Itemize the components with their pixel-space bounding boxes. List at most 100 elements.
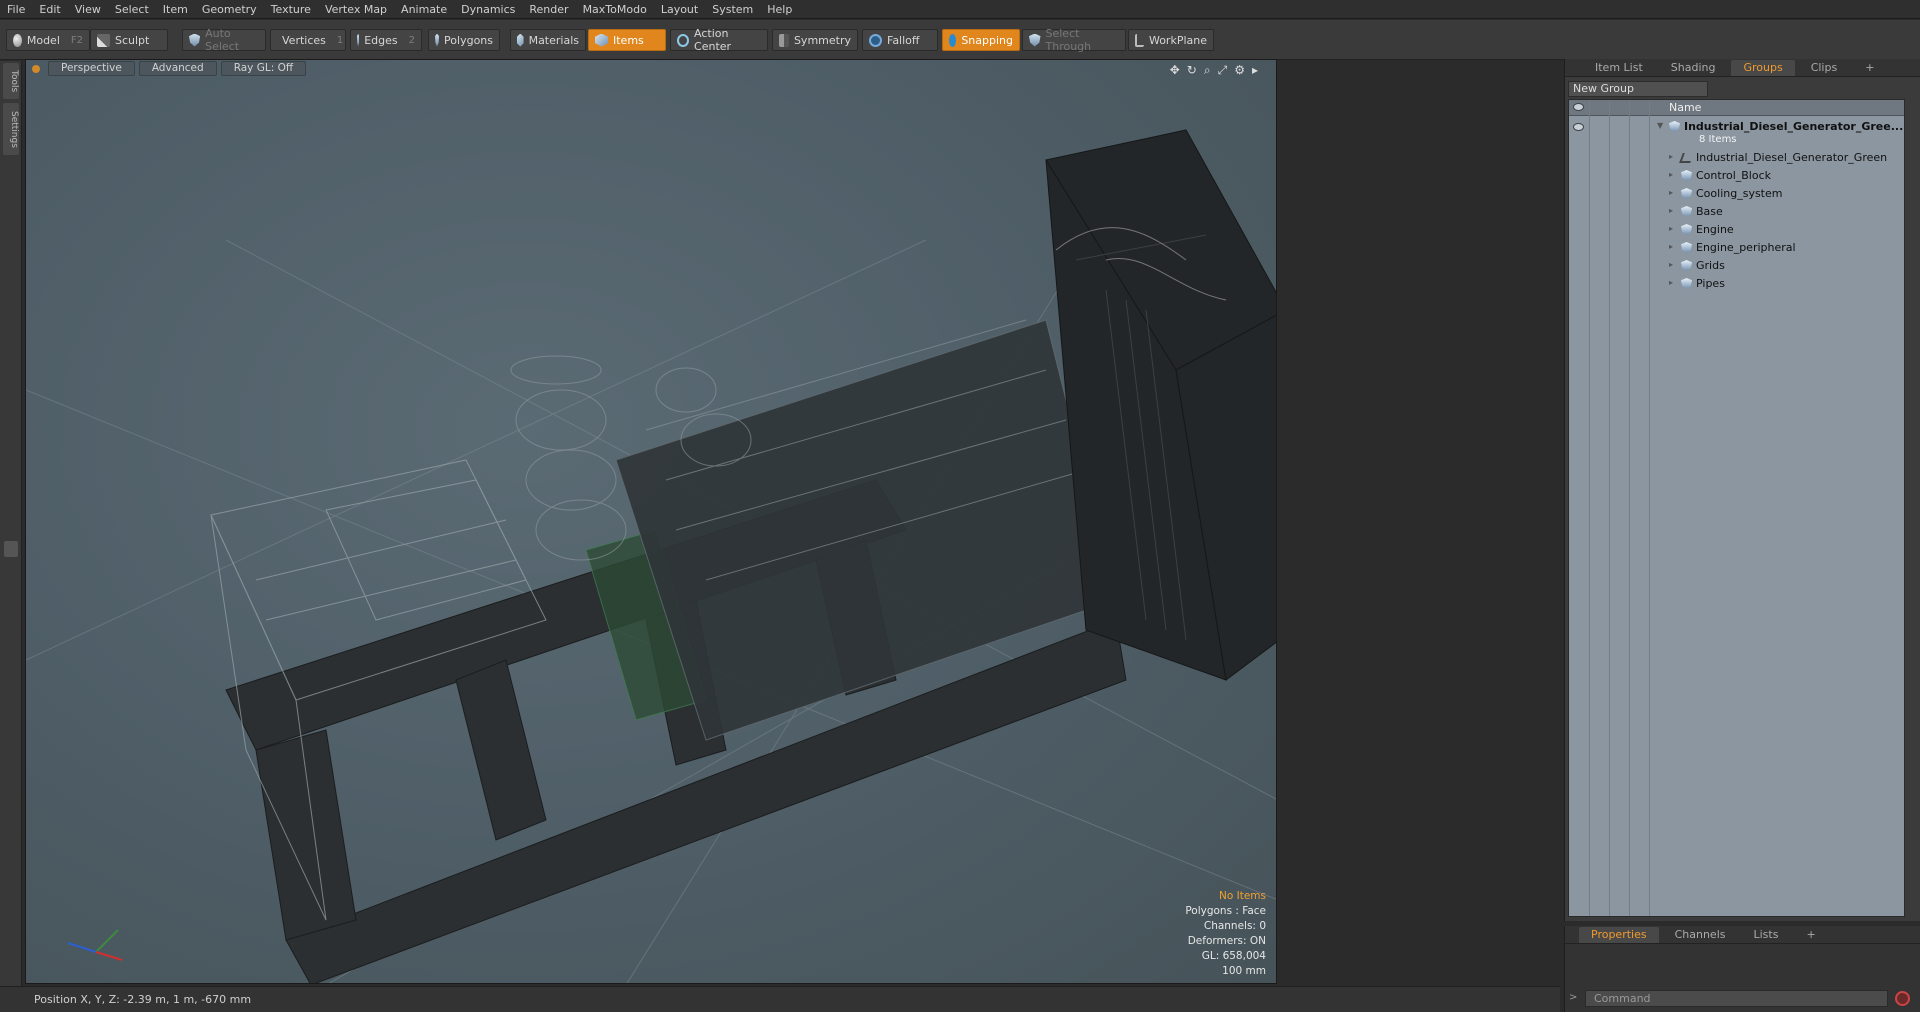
sculpt-brush-icon [97, 33, 110, 47]
menu-view[interactable]: View [68, 0, 108, 19]
workplane-button[interactable]: WorkPlane [1128, 29, 1214, 51]
pan-icon[interactable]: ✥ [1170, 63, 1180, 78]
properties-tabs: Properties Channels Lists + [1565, 926, 1920, 944]
add-tab-button[interactable]: + [1794, 927, 1827, 943]
generator-model-render [26, 129, 1276, 983]
tree-row-child[interactable]: ▸ Pipes [1569, 275, 1904, 293]
menu-file[interactable]: File [0, 0, 32, 19]
action-center-icon [677, 33, 690, 47]
left-tool-strip: Tools Settings [0, 61, 22, 998]
sculpt-button[interactable]: Sculpt [90, 29, 168, 51]
tree-row-child[interactable]: ▸ Engine_peripheral [1569, 239, 1904, 257]
name-column-header[interactable]: Name [1669, 101, 1701, 114]
auto-select-button[interactable]: Auto Select [182, 27, 266, 53]
menu-edit[interactable]: Edit [32, 0, 67, 19]
menu-geometry[interactable]: Geometry [195, 0, 264, 19]
menu-item[interactable]: Item [156, 0, 195, 19]
symmetry-button[interactable]: Symmetry [772, 29, 858, 51]
vertices-button[interactable]: Vertices 1 [270, 29, 346, 51]
maximize-icon[interactable]: ⤢ [1218, 63, 1228, 78]
menu-maxtomodo[interactable]: MaxToModo [576, 0, 654, 19]
polygons-button[interactable]: Polygons [428, 29, 500, 51]
materials-icon [517, 33, 524, 47]
menu-vertex-map[interactable]: Vertex Map [318, 0, 394, 19]
edges-button[interactable]: Edges 2 [350, 29, 422, 51]
menu-bar: File Edit View Select Item Geometry Text… [0, 0, 1920, 19]
tree-row-child[interactable]: ▸ Engine [1569, 221, 1904, 239]
falloff-icon [869, 33, 882, 47]
expand-arrow-icon[interactable]: ▸ [1669, 278, 1673, 287]
auto-select-icon [189, 33, 201, 47]
expand-arrow-icon[interactable]: ▸ [1669, 260, 1673, 269]
menu-help[interactable]: Help [760, 0, 799, 19]
hud-gl: GL: 658,004 [1201, 950, 1266, 962]
menu-render[interactable]: Render [522, 0, 575, 19]
visibility-header-icon [1573, 103, 1584, 111]
tree-row-child[interactable]: ▸ Control_Block [1569, 167, 1904, 185]
tree-header: Name [1569, 100, 1904, 116]
group-icon [1681, 278, 1692, 289]
main-toolbar: Model F2 Sculpt Auto Select Vertices 1 E… [0, 20, 1920, 60]
hud-scale: 100 mm [1222, 965, 1266, 977]
action-center-button[interactable]: Action Center [670, 27, 768, 53]
menu-texture[interactable]: Texture [264, 0, 318, 19]
tree-row-child[interactable]: ▸ Base [1569, 203, 1904, 221]
viewport-menu-icon[interactable] [32, 64, 40, 73]
position-readout: Position X, Y, Z: -2.39 m, 1 m, -670 mm [34, 993, 252, 1006]
menu-layout[interactable]: Layout [654, 0, 705, 19]
play-arrow-icon[interactable]: ▸ [1252, 63, 1258, 78]
settings-tab[interactable]: Settings [3, 103, 19, 155]
model-button[interactable]: Model F2 [6, 29, 90, 51]
raygl-button[interactable]: Ray GL: Off [220, 61, 307, 76]
model-sphere-icon [13, 33, 22, 47]
expand-arrow-icon[interactable]: ▸ [1669, 152, 1673, 161]
group-icon [1681, 170, 1692, 181]
menu-select[interactable]: Select [108, 0, 156, 19]
group-icon [1669, 121, 1680, 132]
root-item-count: 8 Items [1699, 134, 1737, 145]
expand-arrow-icon[interactable]: ▼ [1657, 121, 1663, 130]
expand-arrow-icon[interactable]: ▸ [1669, 188, 1673, 197]
tab-properties[interactable]: Properties [1579, 926, 1659, 943]
rotate-icon[interactable]: ↻ [1187, 63, 1197, 78]
hud-deformers: Deformers: ON [1187, 935, 1266, 947]
expand-arrow-icon[interactable]: ▸ [1669, 170, 1673, 179]
view-perspective-button[interactable]: Perspective [48, 61, 135, 76]
snapping-button[interactable]: Snapping [942, 29, 1020, 51]
tree-row-child[interactable]: ▸ Cooling_system [1569, 185, 1904, 203]
tab-lists[interactable]: Lists [1742, 927, 1791, 943]
group-icon [1681, 260, 1692, 271]
zoom-icon[interactable]: ⌕ [1204, 63, 1211, 78]
tab-groups[interactable]: Groups [1731, 59, 1795, 76]
falloff-button[interactable]: Falloff [862, 29, 938, 51]
new-group-button[interactable]: New Group [1568, 81, 1708, 97]
materials-button[interactable]: Materials [510, 29, 586, 51]
tab-shading[interactable]: Shading [1659, 60, 1728, 76]
3d-viewport[interactable]: Perspective Advanced Ray GL: Off ✥ ↻ ⌕ ⤢… [25, 59, 1277, 984]
menu-system[interactable]: System [705, 0, 760, 19]
menu-dynamics[interactable]: Dynamics [454, 0, 522, 19]
tab-item-list[interactable]: Item List [1583, 60, 1655, 76]
group-icon [1681, 224, 1692, 235]
tab-channels[interactable]: Channels [1663, 927, 1738, 943]
tab-clips[interactable]: Clips [1799, 60, 1850, 76]
tree-row-child[interactable]: ▸ Grids [1569, 257, 1904, 275]
items-button[interactable]: Items [588, 29, 666, 51]
viewport-hud: No Items Polygons : Face Channels: 0 Def… [1185, 889, 1266, 979]
hud-selection: No Items [1219, 890, 1266, 902]
axis-gizmo [67, 929, 123, 961]
tools-tab[interactable]: Tools [3, 63, 19, 99]
expand-arrow-icon[interactable]: ▸ [1669, 224, 1673, 233]
record-macro-icon[interactable] [1895, 991, 1910, 1006]
select-through-button[interactable]: Select Through [1022, 27, 1126, 53]
expand-arrow-icon[interactable]: ▸ [1669, 206, 1673, 215]
command-input[interactable]: Command [1585, 990, 1888, 1007]
visibility-eye-icon[interactable] [1573, 123, 1584, 131]
menu-animate[interactable]: Animate [394, 0, 454, 19]
collapse-handle[interactable] [4, 541, 18, 557]
gear-icon[interactable]: ⚙ [1234, 63, 1245, 78]
tree-row-child[interactable]: ▸ Industrial_Diesel_Generator_Green [1569, 149, 1904, 167]
view-mode-button[interactable]: Advanced [138, 61, 217, 76]
add-tab-button[interactable]: + [1853, 60, 1886, 76]
expand-arrow-icon[interactable]: ▸ [1669, 242, 1673, 251]
